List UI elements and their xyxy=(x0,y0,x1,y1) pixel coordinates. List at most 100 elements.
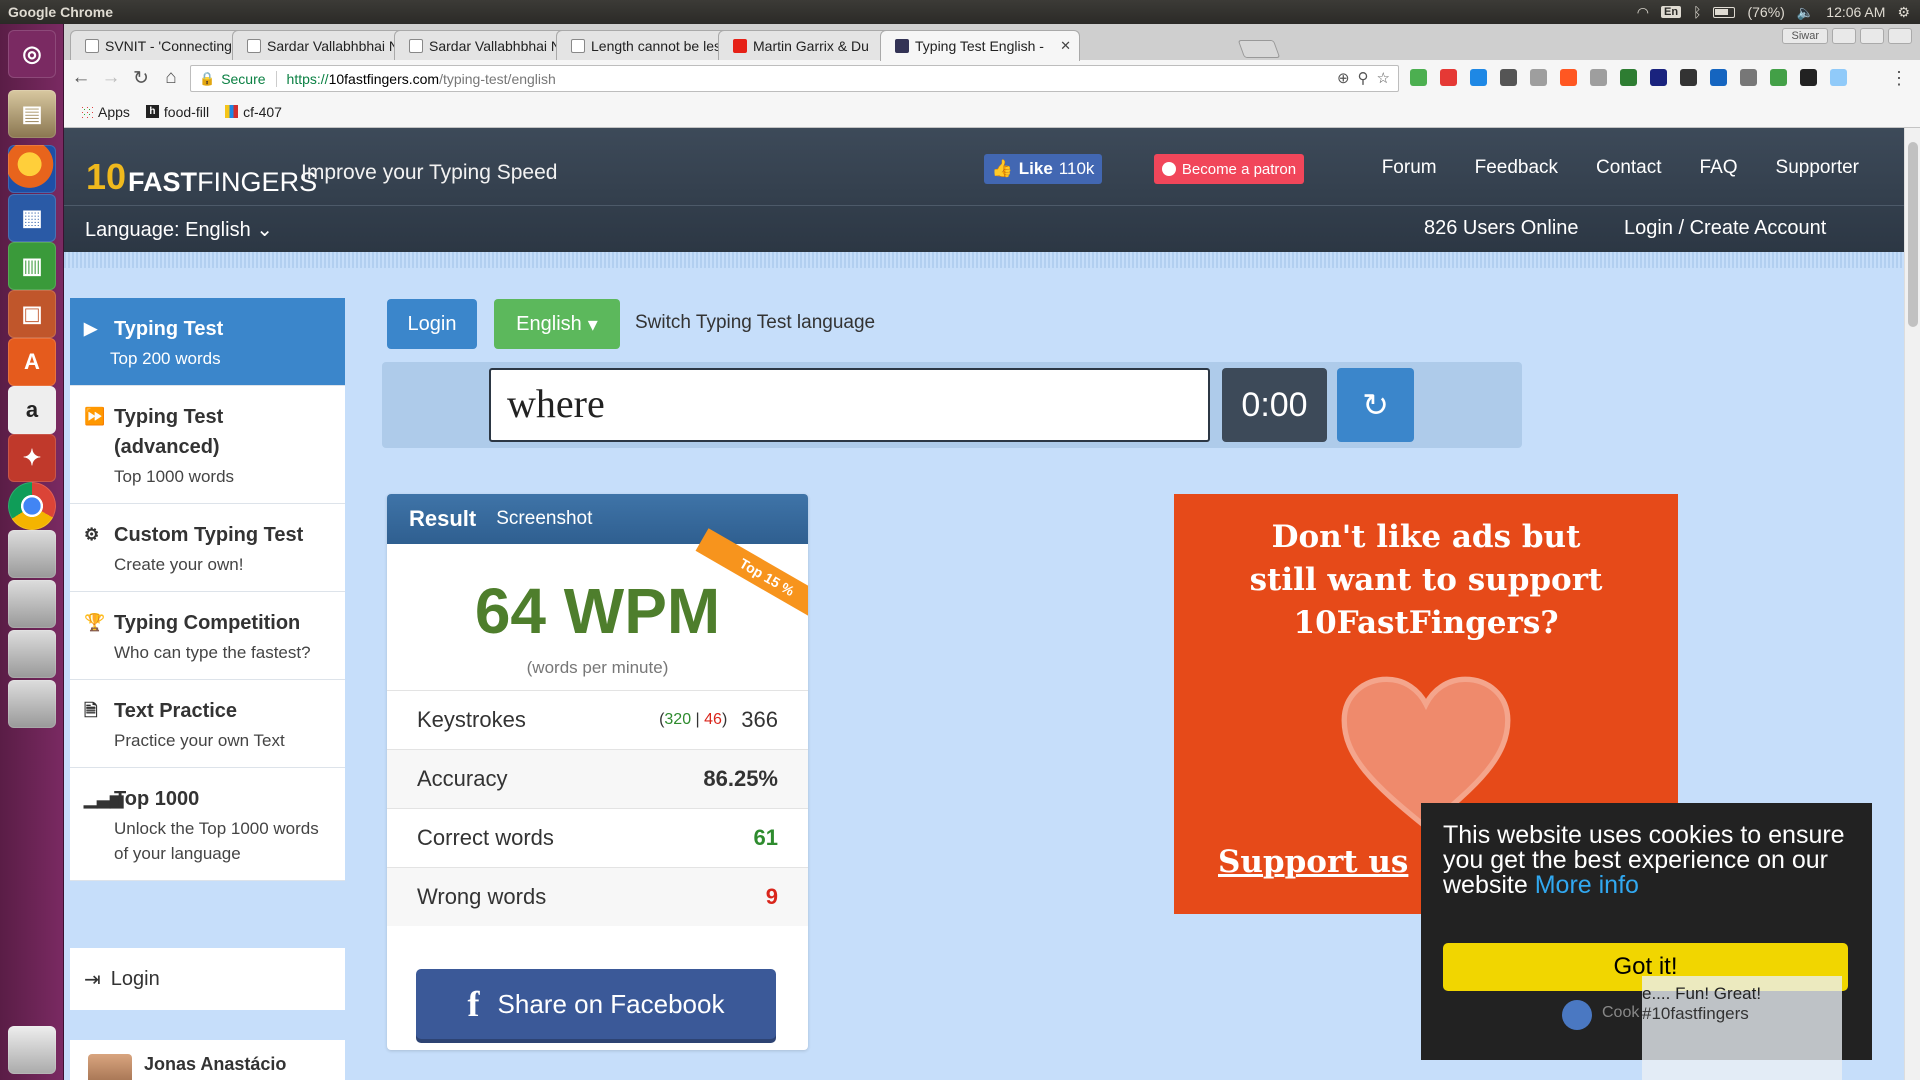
drive-icon-3[interactable] xyxy=(8,630,56,678)
share-facebook-button[interactable]: f Share on Facebook xyxy=(416,969,776,1039)
screenshot-link[interactable]: Screenshot xyxy=(496,508,592,530)
dash-home-icon[interactable]: ◎ xyxy=(8,30,56,78)
close-tab-icon[interactable]: ✕ xyxy=(1060,38,1071,54)
os-app-title: Google Chrome xyxy=(8,4,114,20)
login-button[interactable]: Login xyxy=(387,299,477,349)
files-icon[interactable]: ▤ xyxy=(8,90,56,138)
settings-gear-icon[interactable]: ⚙ xyxy=(1897,4,1910,21)
browser-tab-active[interactable]: Typing Test English - ✕ xyxy=(880,30,1080,61)
nav-feedback[interactable]: Feedback xyxy=(1475,157,1558,179)
forward-arrow-icon[interactable]: → xyxy=(98,65,124,91)
become-patron-button[interactable]: Become a patron xyxy=(1154,154,1304,184)
home-icon[interactable]: ⌂ xyxy=(158,65,184,91)
nav-contact[interactable]: Contact xyxy=(1596,157,1661,179)
drive-icon-4[interactable] xyxy=(8,680,56,728)
clock[interactable]: 12:06 AM xyxy=(1826,4,1885,20)
extension-icon-10[interactable] xyxy=(1680,69,1697,86)
language-select-button[interactable]: English ▾ xyxy=(494,299,620,349)
back-arrow-icon[interactable]: ← xyxy=(68,65,94,91)
trash-icon[interactable] xyxy=(8,1026,56,1074)
extension-icon-7[interactable] xyxy=(1590,69,1607,86)
share-label: Share on Facebook xyxy=(497,988,725,1019)
wifi-icon[interactable]: ◠ xyxy=(1637,4,1649,21)
sidebar-user-card[interactable]: Jonas Anastácio xyxy=(70,1040,345,1080)
keyboard-layout-indicator[interactable]: En xyxy=(1661,6,1682,18)
extension-icon-15[interactable] xyxy=(1830,69,1847,86)
extension-icon-13[interactable] xyxy=(1770,69,1787,86)
software-center-icon[interactable]: A xyxy=(8,338,56,386)
nav-supporter[interactable]: Supporter xyxy=(1776,157,1859,179)
extension-icon-11[interactable] xyxy=(1710,69,1727,86)
robot-avatar-icon xyxy=(1562,1000,1592,1030)
drive-icon-2[interactable] xyxy=(8,580,56,628)
sidebar-item-text-practice[interactable]: 🗎 Text Practice Practice your own Text xyxy=(70,680,345,768)
close-window-button[interactable] xyxy=(1888,28,1912,44)
chat-popup[interactable]: Cook e.... Fun! Great! #10fastfingers xyxy=(1562,976,1842,1080)
new-tab-button[interactable] xyxy=(1237,40,1281,58)
sidebar-item-sub: Practice your own Text xyxy=(114,731,285,750)
lock-icon[interactable]: 🔒 xyxy=(199,71,215,87)
keystrokes-wrong: 46 xyxy=(704,711,722,728)
language-dropdown[interactable]: Language: English ⌄ xyxy=(85,217,273,242)
extension-icon-9[interactable] xyxy=(1650,69,1667,86)
extension-icon-14[interactable] xyxy=(1800,69,1817,86)
extension-icon-6[interactable] xyxy=(1560,69,1577,86)
calc-icon[interactable]: ▥ xyxy=(8,242,56,290)
logo-fast: FAST xyxy=(128,167,198,197)
extension-icon-5[interactable] xyxy=(1530,69,1547,86)
system-settings-icon[interactable]: ✦ xyxy=(8,434,56,482)
amazon-icon[interactable]: a xyxy=(8,386,56,434)
extension-icon-4[interactable] xyxy=(1500,69,1517,86)
sidebar-item-top-1000[interactable]: ▁▃▅ Top 1000 Unlock the Top 1000 words of… xyxy=(70,768,345,881)
extension-icon-2[interactable] xyxy=(1440,69,1457,86)
chrome-menu-icon[interactable]: ⋮ xyxy=(1890,68,1908,89)
sidebar-item-typing-test-advanced[interactable]: ⏩ Typing Test (advanced) Top 1000 words xyxy=(70,386,345,504)
profile-chip[interactable]: Siwar xyxy=(1782,28,1828,44)
battery-icon[interactable] xyxy=(1713,6,1736,18)
bookmark-food-fill[interactable]: h food-fill xyxy=(145,104,209,120)
cookie-more-info-link[interactable]: More info xyxy=(1535,871,1639,899)
translate-icon[interactable]: ⊕ xyxy=(1337,69,1350,87)
sidebar-login-label: Login xyxy=(110,967,160,990)
facebook-like-button[interactable]: 👍 Like 110k xyxy=(984,154,1102,184)
page-scrollbar[interactable] xyxy=(1904,128,1920,1080)
h-icon: h xyxy=(145,105,159,118)
scrollbar-thumb[interactable] xyxy=(1908,142,1918,327)
trophy-icon: 🏆 xyxy=(84,613,106,632)
bookmark-apps[interactable]: Apps xyxy=(80,104,130,120)
zoom-icon[interactable]: ⚲ xyxy=(1358,69,1369,87)
logo-fingers: FINGERS xyxy=(197,167,318,197)
extension-icon-1[interactable] xyxy=(1410,69,1427,86)
sidebar-item-sub: Top 200 words xyxy=(110,349,221,368)
extension-icon-8[interactable] xyxy=(1620,69,1637,86)
bluetooth-icon[interactable]: ᛒ xyxy=(1693,4,1701,20)
cookie-message: This website uses cookies to ensure you … xyxy=(1443,821,1845,899)
drive-icon-1[interactable] xyxy=(8,530,56,578)
site-logo[interactable]: 10 FAST FINGERS xyxy=(86,138,317,198)
reset-button[interactable]: ↻ xyxy=(1337,368,1414,442)
sidebar-item-typing-competition[interactable]: 🏆 Typing Competition Who can type the fas… xyxy=(70,592,345,680)
sidebar-item-typing-test[interactable]: ▶ Typing Test Top 200 words xyxy=(70,298,345,386)
minimize-button[interactable] xyxy=(1832,28,1856,44)
nav-faq[interactable]: FAQ xyxy=(1700,157,1738,179)
extension-icon-3[interactable] xyxy=(1470,69,1487,86)
bookmark-star-icon[interactable]: ☆ xyxy=(1377,69,1390,87)
firefox-icon[interactable] xyxy=(8,145,56,193)
reload-icon[interactable]: ↻ xyxy=(128,65,154,91)
maximize-button[interactable] xyxy=(1860,28,1884,44)
extension-icon-12[interactable] xyxy=(1740,69,1757,86)
typing-input[interactable]: where xyxy=(489,368,1210,442)
impress-icon[interactable]: ▣ xyxy=(8,290,56,338)
writer-icon[interactable]: ▦ xyxy=(8,194,56,242)
support-us-link[interactable]: Support us xyxy=(1218,844,1408,880)
volume-icon[interactable]: 🔈 xyxy=(1797,4,1814,21)
bookmark-cf-407[interactable]: cf-407 xyxy=(225,104,282,120)
address-bar[interactable]: 🔒 Secure https:// 10fastfingers.com /typ… xyxy=(190,65,1399,92)
browser-toolbar: ← → ↻ ⌂ 🔒 Secure https:// 10fastfingers.… xyxy=(64,60,1920,96)
sidebar-item-custom-typing-test[interactable]: ⚙ Custom Typing Test Create your own! xyxy=(70,504,345,592)
sidebar-login[interactable]: ⇥ Login xyxy=(70,948,345,1010)
nav-forum[interactable]: Forum xyxy=(1382,157,1437,179)
chrome-icon[interactable] xyxy=(8,482,56,530)
login-create-account-link[interactable]: Login / Create Account xyxy=(1624,217,1826,240)
result-header: Result Screenshot xyxy=(387,494,808,544)
